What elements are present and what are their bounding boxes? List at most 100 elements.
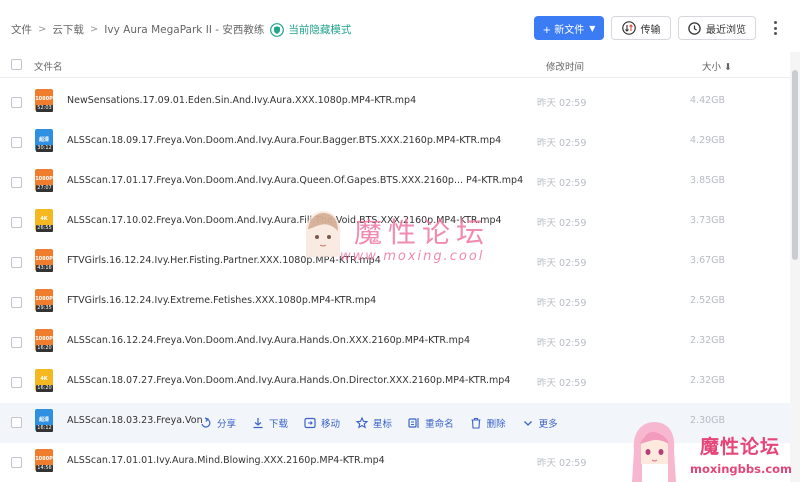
share-icon [201,417,211,428]
video-file-icon: 1080P 27:07 [35,169,53,194]
top-bar: 文件 > 云下载 > Ivy Aura MegaPark II - 安西教练 当… [0,0,800,56]
row-checkbox[interactable] [11,97,22,108]
file-modified-time: 昨天 02:59 [537,258,587,269]
quality-badge: 超清 [38,417,49,423]
file-modified-time: 昨天 02:59 [537,218,587,229]
file-size: 3.67GB [690,255,726,266]
file-modified-time: 昨天 02:59 [537,98,587,109]
row-checkbox[interactable] [11,457,22,468]
download-button[interactable]: 下载 [252,416,288,430]
file-name[interactable]: ALSScan.18.03.23.Freya.Von [67,415,203,426]
file-name[interactable]: ALSScan.18.07.27.Freya.Von.Doom.And.Ivy.… [67,375,510,386]
breadcrumb: 文件 > 云下载 > Ivy Aura MegaPark II - 安西教练 当… [11,22,351,37]
row-checkbox[interactable] [11,137,22,148]
select-all-checkbox[interactable] [11,59,22,70]
quality-badge: 4K [40,216,48,222]
transfer-icon [621,21,636,35]
more-button[interactable]: 更多 [522,416,558,430]
quality-badge: 1080P [35,456,53,462]
trash-icon [471,417,481,429]
file-size: 4.42GB [690,95,726,106]
quality-badge: 超清 [38,137,49,143]
file-row[interactable]: 1080P 16:20 ALSScan.16.12.24.Freya.Von.Doo… [0,323,790,363]
file-name[interactable]: ALSScan.17.01.01.Ivy.Aura.Mind.Blowing.X… [67,455,385,466]
row-checkbox[interactable] [11,297,22,308]
video-duration: 27:07 [36,185,53,192]
file-modified-time: 昨天 02:59 [537,138,587,149]
video-duration: 16:12 [36,425,53,432]
row-checkbox[interactable] [11,417,22,428]
row-checkbox[interactable] [11,377,22,388]
quality-badge: 1080P [35,96,53,102]
video-file-icon: 4K 26:55 [35,209,53,234]
rename-icon [408,418,419,428]
breadcrumb-separator: > [38,24,47,35]
video-duration: 52:03 [36,105,53,112]
scrollbar[interactable] [790,52,800,482]
row-checkbox[interactable] [11,337,22,348]
transfer-button[interactable]: 传输 [611,16,671,40]
quality-badge: 1080P [35,176,53,182]
quality-badge: 1080P [35,256,53,262]
file-name[interactable]: ALSScan.17.01.17.Freya.Von.Doom.And.Ivy.… [67,175,523,186]
hidden-mode-label: 当前隐藏模式 [288,24,352,36]
video-file-icon: 超清 16:12 [35,409,53,434]
file-modified-time: 昨天 02:59 [537,178,587,189]
file-size: 4.29GB [690,135,726,146]
row-checkbox[interactable] [11,257,22,268]
transfer-label: 传输 [640,24,661,36]
row-checkbox[interactable] [11,177,22,188]
recent-label: 最近浏览 [706,24,746,36]
file-name[interactable]: ALSScan.16.12.24.Freya.Von.Doom.And.Ivy.… [67,335,470,346]
video-duration: 14:56 [36,465,53,472]
file-row[interactable]: 1080P 52:03 NewSensations.17.09.01.Eden.Si… [0,83,790,123]
file-modified-time: 昨天 02:59 [537,458,587,469]
column-header-name[interactable]: 文件名 [34,59,63,73]
recent-button[interactable]: 最近浏览 [678,16,756,40]
file-size: 3.85GB [690,175,726,186]
file-modified-time: 昨天 02:59 [537,338,587,349]
quality-badge: 4K [40,376,48,382]
file-row[interactable]: 4K 16:20 ALSScan.18.07.27.Freya.Von.Doom.A… [0,363,790,403]
new-file-label: + 新文件 [542,24,585,36]
file-size: 2.32GB [690,375,726,386]
share-button[interactable]: 分享 [200,416,236,430]
file-name[interactable]: ALSScan.18.09.17.Freya.Von.Doom.And.Ivy.… [67,135,501,146]
column-header-time[interactable]: 修改时间 [546,59,584,73]
star-icon [356,417,369,429]
watermark-url: www.moxing.cool [340,249,485,264]
video-duration: 30:12 [36,145,53,152]
file-row[interactable]: 1080P 27:07 ALSScan.17.01.17.Freya.Von.Doo… [0,163,790,203]
corner-watermark: 魔性论坛 moxingbbs.com [628,420,800,482]
chevron-down-icon [523,421,532,426]
breadcrumb-separator: > [89,24,99,35]
file-row[interactable]: 超清 30:12 ALSScan.18.09.17.Freya.Von.Doom.A… [0,123,790,163]
video-duration: 43:16 [36,265,53,272]
video-file-icon: 4K 16:20 [35,369,53,394]
file-size: 2.52GB [690,295,726,306]
scrollbar-thumb[interactable] [792,70,798,260]
new-file-button[interactable]: + 新文件 ▼ [534,16,604,40]
rename-button[interactable]: 重命名 [408,416,454,430]
anime-girl-mascot-icon [632,422,676,482]
video-duration: 16:20 [36,345,53,352]
file-size: 2.32GB [690,335,726,346]
file-size: 3.73GB [690,215,726,226]
breadcrumb-item-files[interactable]: 文件 [11,22,32,37]
more-options-icon[interactable] [770,19,780,37]
column-header-size[interactable]: 大小 ⬇ [702,59,732,73]
file-name[interactable]: NewSensations.17.09.01.Eden.Sin.And.Ivy.… [67,95,416,106]
file-row[interactable]: 1080P 29:35 FTVGirls.16.12.24.Ivy.Extreme.… [0,283,790,323]
file-name[interactable]: FTVGirls.16.12.24.Ivy.Extreme.Fetishes.X… [67,295,376,306]
breadcrumb-item-cloud-download[interactable]: 云下载 [52,22,84,37]
star-button[interactable]: 星标 [356,416,392,430]
video-duration: 29:35 [36,305,53,312]
video-file-icon: 超清 30:12 [35,129,53,154]
hidden-mode-badge[interactable]: 当前隐藏模式 [270,22,351,37]
move-icon [304,417,316,429]
move-button[interactable]: 移动 [304,416,340,430]
row-checkbox[interactable] [11,217,22,228]
delete-button[interactable]: 删除 [470,416,506,430]
table-header: 文件名 修改时间 大小 ⬇ [0,52,790,78]
corner-watermark-title: 魔性论坛 [700,436,781,458]
